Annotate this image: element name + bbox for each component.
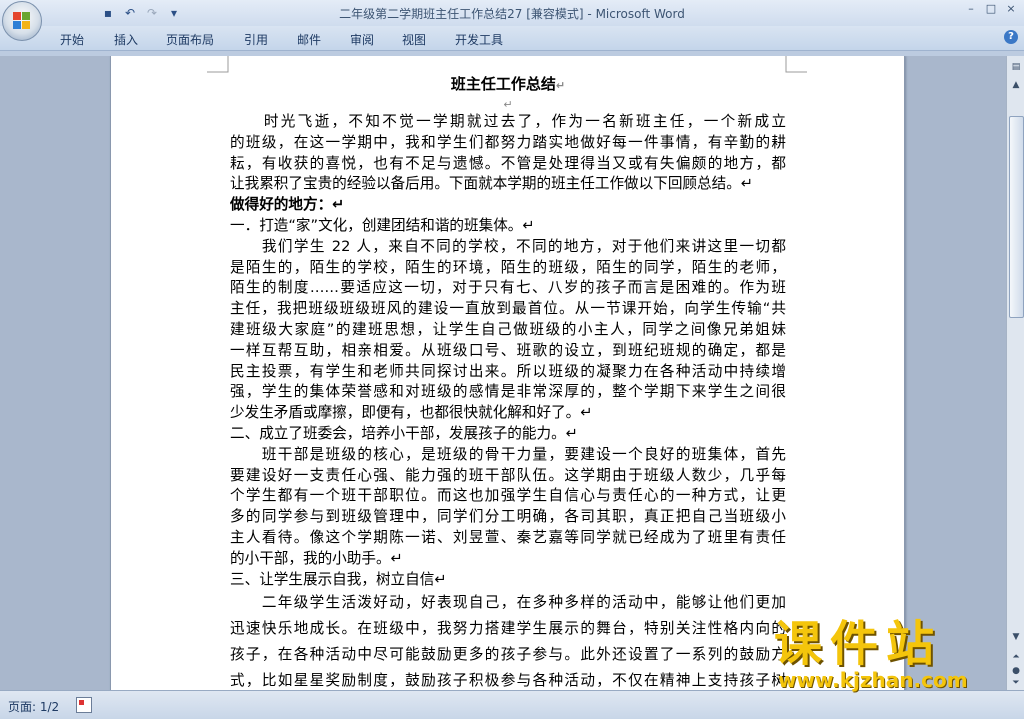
text-line: 孩子，在各种活动中尽可能鼓励更多的孩子参与。此外还设置了一系列的鼓励方 xyxy=(230,646,786,664)
tab-mailings[interactable]: 邮件 xyxy=(297,31,321,48)
margin-corner-left xyxy=(207,56,229,73)
scroll-up-icon[interactable]: ▲ xyxy=(1009,78,1023,92)
text-line: 让我累积了宝贵的经验以备后用。下面就本学期的班主任工作做以下回顾总结。↵ xyxy=(230,175,754,193)
text-line: 民主投票，有学生和老师共同探讨出来。所以班级的凝聚力在各种活动中持续增 xyxy=(230,362,786,380)
text-line: 陌生的制度……要适应这一切，对于只有七、八岁的孩子而言是困难的。作为班 xyxy=(230,279,786,297)
tab-home[interactable]: 开始 xyxy=(60,31,84,48)
maximize-button[interactable]: □ xyxy=(984,2,998,16)
text-line: 强，学生的集体荣誉感和对班级的感情是非常深厚的，整个学期下来学生之间很 xyxy=(230,383,786,401)
tab-page-layout[interactable]: 页面布局 xyxy=(166,31,214,48)
previous-page-icon[interactable]: ⏶ xyxy=(1009,650,1023,664)
next-page-icon[interactable]: ⏷ xyxy=(1009,676,1023,690)
vertical-scrollbar[interactable]: ▤ ▲ ▼ ⏶ ● ⏷ xyxy=(1006,56,1024,690)
text-line: 建班级大家庭”的建班思想，让学生自己做班级的小主人，同学之间像兄弟姐妹 xyxy=(230,320,786,338)
section-heading: 做得好的地方：↵ xyxy=(230,196,345,214)
text-line: 式，比如星星奖励制度，鼓励孩子积极参与各种活动，不仅在精神上支持孩子树 xyxy=(230,672,786,690)
tab-insert[interactable]: 插入 xyxy=(114,31,138,48)
text-line: 的班级，在这一学期中，我和学生们都努力踏实地做好每一件事情，有辛勤的耕 xyxy=(230,133,786,151)
app-name: Microsoft Word xyxy=(595,7,685,21)
text-line: 一样互帮互助，相亲相爱。从班级口号、班歌的设立，到班纪班规的确定，都是 xyxy=(230,341,786,359)
text-line: 班干部是班级的核心，是班级的骨干力量，要建设一个良好的班集体，首先 xyxy=(230,445,786,463)
ruler-toggle-icon[interactable]: ▤ xyxy=(1009,60,1023,74)
text-line: 主任，我把班级班级班风的建设一直放到最首位。从一节课开始，向学生传输“共 xyxy=(230,300,786,318)
watermark-url: www.kjzhan.com xyxy=(778,668,968,692)
text-line: 少发生矛盾或摩擦，即便有，也都很快就化解和好了。↵ xyxy=(230,404,593,422)
text-line: 耘，有收获的喜悦，也有不足与遗憾。不管是处理得当又或有失偏颇的地方，都 xyxy=(230,154,786,172)
ribbon-tab-bar: 开始 插入 页面布局 引用 邮件 审阅 视图 开发工具 ? xyxy=(0,26,1024,51)
tab-view[interactable]: 视图 xyxy=(402,31,426,48)
window-title: 二年级第二学期班主任工作总结27 [兼容模式] - Microsoft Word xyxy=(0,5,1024,22)
text-line: 多的同学参与到班级管理中，同学们分工明确，各司其职，真正把自己当班级小 xyxy=(230,508,786,526)
tab-developer[interactable]: 开发工具 xyxy=(455,31,503,48)
document-name: 二年级第二学期班主任工作总结27 [兼容模式] - xyxy=(339,7,596,21)
page-count-status[interactable]: 页面: 1/2 xyxy=(8,698,59,715)
close-button[interactable]: × xyxy=(1004,2,1018,16)
proofing-status-icon[interactable] xyxy=(76,697,92,713)
document-page[interactable]: 班主任工作总结↵ ↵ 时光飞逝，不知不觉一学期就过去了，作为一名新班主任，一个新… xyxy=(110,56,905,690)
document-workspace: 班主任工作总结↵ ↵ 时光飞逝，不知不觉一学期就过去了，作为一名新班主任，一个新… xyxy=(0,56,1006,690)
margin-corner-right xyxy=(785,56,807,73)
tab-references[interactable]: 引用 xyxy=(244,31,268,48)
office-logo-icon xyxy=(13,12,31,30)
window-controls: – □ × xyxy=(964,2,1018,16)
document-body[interactable]: 班主任工作总结↵ ↵ 时光飞逝，不知不觉一学期就过去了，作为一名新班主任，一个新… xyxy=(230,70,786,690)
section-heading: 一．打造“家”文化，创建团结和谐的班集体。↵ xyxy=(230,216,535,234)
text-line: 迅速快乐地成长。在班级中，我努力搭建学生展示的舞台，特别关注性格内向的 xyxy=(230,620,786,638)
text-line: 我们学生 22 人，来自不同的学校，不同的地方，对于他们来讲这里一切都 xyxy=(230,237,786,255)
section-heading: 三、让学生展示自我，树立自信↵ xyxy=(230,570,447,588)
scrollbar-thumb[interactable] xyxy=(1009,116,1024,318)
section-heading: 二、成立了班委会，培养小干部，发展孩子的能力。↵ xyxy=(230,424,578,442)
text-line: 是陌生的，陌生的学校，陌生的环境，陌生的班级，陌生的同学，陌生的老师， xyxy=(230,258,786,276)
text-line: 要建设好一支责任心强、能力强的班干部队伍。这学期由于班级人数少，几乎每 xyxy=(230,466,786,484)
text-line: 二年级学生活泼好动，好表现自己，在多种多样的活动中，能够让他们更加 xyxy=(230,594,786,612)
text-line: 的小干部，我的小助手。↵ xyxy=(230,549,403,567)
scroll-down-icon[interactable]: ▼ xyxy=(1009,630,1023,644)
site-watermark: 课件站 www.kjzhan.com xyxy=(774,618,1006,692)
paragraph-mark: ↵ xyxy=(555,79,566,92)
minimize-button[interactable]: – xyxy=(964,2,978,16)
tab-review[interactable]: 审阅 xyxy=(350,31,374,48)
help-icon[interactable]: ? xyxy=(1004,30,1018,44)
paragraph-mark: ↵ xyxy=(503,98,513,111)
title-bar: ▪ ↶ ↷ ▾ 二年级第二学期班主任工作总结27 [兼容模式] - Micros… xyxy=(0,0,1024,26)
office-button[interactable] xyxy=(2,1,42,41)
status-bar: 页面: 1/2 xyxy=(0,690,1024,719)
watermark-title: 课件站 xyxy=(774,616,943,672)
text-line: 时光飞逝，不知不觉一学期就过去了，作为一名新班主任，一个新成立 xyxy=(230,113,786,130)
document-title: 班主任工作总结↵ xyxy=(450,75,566,93)
text-line: 主人看待。像这个学期陈一诺、刘昱萱、秦艺嘉等同学就已经成为了班里有责任 xyxy=(230,528,786,546)
text-line: 个学生都有一个班干部职位。而这也加强学生自信心与责任心的一种方式，让更 xyxy=(230,487,786,505)
